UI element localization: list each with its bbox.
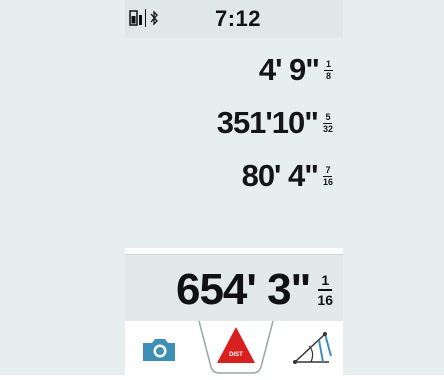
angle-measure-icon[interactable] xyxy=(285,326,337,370)
measurement-list: 4' 9" 1 8 351'10" 5 32 80' 4" 7 16 xyxy=(125,38,343,248)
total-fraction: 1 16 xyxy=(317,273,333,307)
distance-mode-button[interactable]: DIST xyxy=(197,320,275,375)
bottom-toolbar: DIST xyxy=(125,320,343,375)
clock: 7:12 xyxy=(215,6,262,31)
fraction-bar xyxy=(318,289,333,291)
total-panel: 654' 3" 1 16 xyxy=(125,254,343,321)
fraction-numerator: 1 xyxy=(325,58,331,69)
battery-icon xyxy=(129,10,142,26)
measurement-row: 80' 4" 7 16 xyxy=(242,158,333,194)
measurement-row: 4' 9" 1 8 xyxy=(259,52,333,88)
fraction-denominator: 16 xyxy=(322,176,333,187)
fraction-numerator: 7 xyxy=(325,164,331,175)
measurement-fraction: 5 32 xyxy=(322,111,333,134)
bluetooth-icon xyxy=(150,10,158,26)
measurement-fraction: 7 16 xyxy=(322,164,333,187)
status-divider xyxy=(145,9,146,27)
device-screen: 7:12 4' 9" 1 8 351'10" 5 32 80' 4" 7 16 xyxy=(125,0,343,375)
fraction-denominator: 32 xyxy=(322,123,333,134)
fraction-denominator: 8 xyxy=(325,70,331,81)
measurement-fraction: 1 8 xyxy=(324,58,333,81)
fraction-numerator: 5 xyxy=(325,111,331,122)
measurement-row: 351'10" 5 32 xyxy=(217,105,333,141)
status-bar: 7:12 xyxy=(125,0,343,38)
fraction-denominator: 16 xyxy=(317,292,333,308)
distance-mode-label: DIST xyxy=(229,352,243,358)
distance-mode-icon xyxy=(198,320,274,374)
measurement-value: 351'10" xyxy=(216,105,319,140)
total-value: 654' 3" xyxy=(175,265,311,314)
fraction-numerator: 1 xyxy=(321,272,330,288)
measurement-value: 80' 4" xyxy=(241,158,319,193)
total-measurement: 654' 3" 1 16 xyxy=(176,265,333,315)
camera-icon[interactable] xyxy=(139,331,179,367)
measurement-value: 4' 9" xyxy=(258,52,320,87)
